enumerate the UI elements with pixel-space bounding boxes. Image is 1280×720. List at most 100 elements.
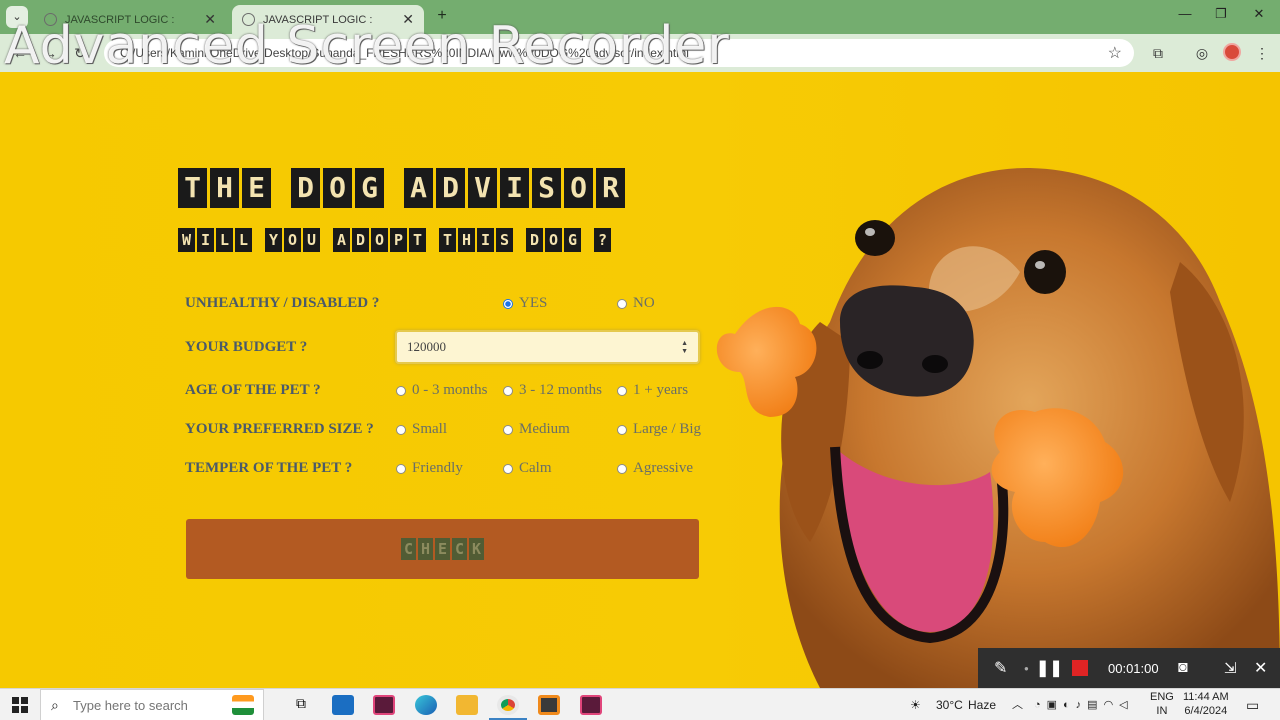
radio-button[interactable]: [503, 463, 513, 474]
chrome-icon[interactable]: [497, 695, 519, 715]
minimize-recorder-icon[interactable]: ⇲: [1224, 659, 1237, 677]
title-letter: D: [436, 168, 465, 208]
option-label: Calm: [519, 460, 552, 476]
title-letter: R: [596, 168, 625, 208]
check-letter: H: [418, 538, 433, 560]
voting-app-icon[interactable]: [232, 695, 254, 715]
title-letter: O: [323, 168, 352, 208]
dog-photo: [716, 167, 1280, 688]
system-clock[interactable]: 11:44 AM 6/4/2024: [1183, 690, 1229, 718]
temper-friendly-radio[interactable]: Friendly: [396, 460, 463, 477]
avatar[interactable]: [1223, 43, 1241, 61]
size-large-radio[interactable]: Large / Big: [617, 421, 701, 438]
window-close-button[interactable]: ✕: [1246, 6, 1272, 22]
tray-chevron-icon[interactable]: ︿: [1012, 689, 1023, 720]
subtitle-letter: O: [545, 228, 562, 252]
title-letter: I: [500, 168, 529, 208]
subtitle-letter: U: [303, 228, 320, 252]
subtitle-letter: L: [216, 228, 233, 252]
subtitle-letter: D: [526, 228, 543, 252]
stop-icon[interactable]: [1072, 660, 1088, 676]
notification-icon[interactable]: ▭: [1246, 689, 1259, 720]
size-small-radio[interactable]: Small: [396, 421, 447, 438]
size-medium-radio[interactable]: Medium: [503, 421, 570, 438]
title-letter: V: [468, 168, 497, 208]
number-stepper-icon[interactable]: ▲ ▼: [681, 340, 688, 356]
search-input[interactable]: [73, 690, 253, 720]
page-content: THEDOGADVISOR W I L L Y O U A D O P T T H I S D O G? UNHEA…: [0, 72, 1280, 688]
menu-kebab-icon[interactable]: ⋮: [1252, 43, 1272, 63]
radio-button[interactable]: [396, 424, 406, 435]
windows-start-icon[interactable]: [12, 697, 28, 713]
mail-icon[interactable]: [332, 695, 354, 715]
recorder-app-icon[interactable]: [373, 695, 395, 715]
subtitle-letter: D: [352, 228, 369, 252]
radio-button[interactable]: [396, 463, 406, 474]
title-letter: D: [291, 168, 320, 208]
title-letter: E: [242, 168, 271, 208]
option-label: 0 - 3 months: [412, 382, 488, 398]
clock-time: 11:44 AM: [1183, 691, 1229, 703]
word-gap: [387, 168, 401, 208]
radio-button[interactable]: [617, 385, 627, 396]
pen-icon[interactable]: ✎: [994, 658, 1007, 678]
check-button-label: CHECK: [401, 538, 484, 560]
language-indicator[interactable]: ENG IN: [1150, 690, 1174, 718]
temper-calm-radio[interactable]: Calm: [503, 460, 552, 477]
check-letter: C: [401, 538, 416, 560]
sync-icon[interactable]: ◎: [1192, 43, 1212, 63]
weather-desc: Haze: [968, 698, 997, 712]
age-option-3-12-radio[interactable]: 3 - 12 months: [503, 382, 602, 399]
weather-icon[interactable]: ☀: [910, 689, 921, 720]
edge-icon[interactable]: [415, 695, 437, 715]
title-letter: T: [178, 168, 207, 208]
camera-icon[interactable]: ◙: [1178, 659, 1188, 677]
recorder-control-bar: ✎ ● ❚❚ 00:01:00 ◙ ⇲ ✕: [978, 648, 1280, 688]
title-letter: O: [564, 168, 593, 208]
pause-icon[interactable]: ❚❚: [1036, 658, 1063, 678]
radio-button[interactable]: [503, 385, 513, 396]
task-view-icon[interactable]: ⧉: [290, 695, 312, 715]
sublime-text-icon[interactable]: [538, 695, 560, 715]
maximize-button[interactable]: ❐: [1208, 6, 1234, 22]
unhealthy-yes-radio[interactable]: YES: [503, 295, 547, 312]
budget-input[interactable]: [397, 332, 698, 362]
radio-button[interactable]: [617, 463, 627, 474]
minimize-button[interactable]: —: [1172, 6, 1198, 21]
radio-button[interactable]: [503, 298, 513, 309]
recorder-app-icon-2[interactable]: [580, 695, 602, 715]
close-icon[interactable]: ✕: [1254, 658, 1267, 678]
radio-button[interactable]: [503, 424, 513, 435]
recorder-watermark: Advanced Screen Recorder: [4, 16, 730, 76]
page-title: THEDOGADVISOR: [178, 168, 625, 208]
unhealthy-no-radio[interactable]: NO: [617, 295, 655, 312]
subtitle-letter: ?: [594, 228, 611, 252]
check-button[interactable]: CHECK: [186, 519, 699, 579]
word-gap: [274, 168, 288, 208]
title-letter: S: [532, 168, 561, 208]
word-gap: [515, 228, 524, 252]
temper-agressive-radio[interactable]: Agressive: [617, 460, 693, 477]
option-label: Medium: [519, 421, 570, 437]
windows-taskbar: ⌕ ⧉ ☀ 30°C Haze ︿ ◔▣◐♪▤◠◁ ENG IN 11:44 A…: [0, 688, 1280, 720]
weather-temp: 30°C: [936, 698, 963, 712]
radio-button[interactable]: [617, 424, 627, 435]
option-label: Large / Big: [633, 421, 702, 437]
dot-icon: ●: [1024, 663, 1029, 673]
subtitle-letter: T: [409, 228, 426, 252]
age-option-0-3-radio[interactable]: 0 - 3 months: [396, 382, 487, 399]
title-letter: G: [355, 168, 384, 208]
subtitle-letter: W: [178, 228, 195, 252]
radio-button[interactable]: [617, 298, 627, 309]
taskbar-search[interactable]: ⌕: [40, 689, 264, 720]
radio-button[interactable]: [396, 385, 406, 396]
bookmark-star-icon[interactable]: ☆: [1108, 43, 1122, 63]
tray-icons[interactable]: ◔▣◐♪▤◠◁: [1034, 689, 1134, 720]
extensions-icon[interactable]: ⧉: [1148, 43, 1168, 63]
subtitle-letter: T: [439, 228, 456, 252]
word-gap: [583, 228, 592, 252]
word-gap: [428, 228, 437, 252]
file-explorer-icon[interactable]: [456, 695, 478, 715]
subtitle-letter: Y: [265, 228, 282, 252]
age-option-1plus-radio[interactable]: 1 + years: [617, 382, 688, 399]
